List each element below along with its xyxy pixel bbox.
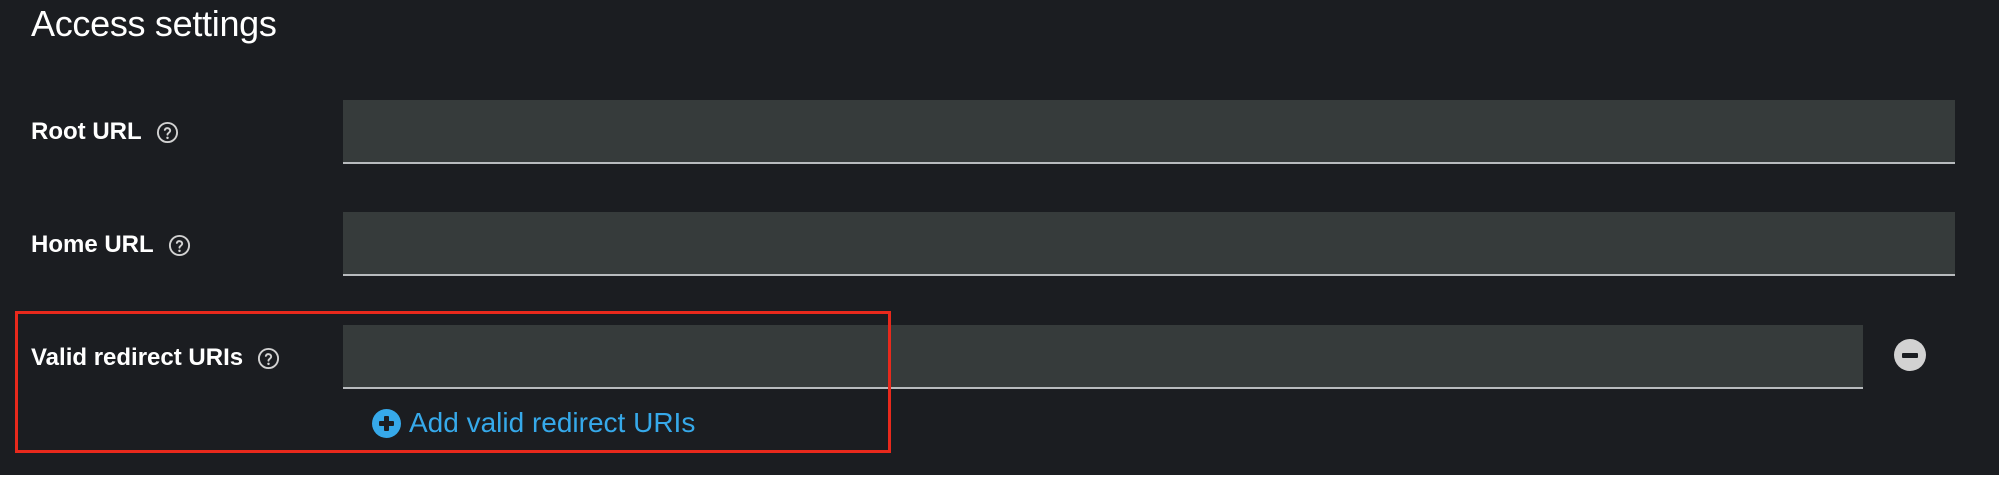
root-url-label-group: Root URL	[31, 118, 179, 146]
root-url-label: Root URL	[31, 118, 142, 145]
home-url-input[interactable]	[343, 212, 1955, 276]
home-url-label-group: Home URL	[31, 231, 191, 259]
remove-redirect-uri-button[interactable]	[1894, 339, 1926, 371]
home-url-label: Home URL	[31, 231, 154, 258]
minus-circle-icon	[1902, 352, 1918, 358]
section-title: Access settings	[31, 3, 277, 44]
help-icon[interactable]	[168, 234, 191, 257]
help-icon[interactable]	[156, 121, 179, 144]
highlight-annotation	[15, 311, 891, 453]
root-url-input[interactable]	[343, 100, 1955, 164]
access-settings-panel: Access settings Root URL Home URL Valid …	[0, 0, 1999, 475]
